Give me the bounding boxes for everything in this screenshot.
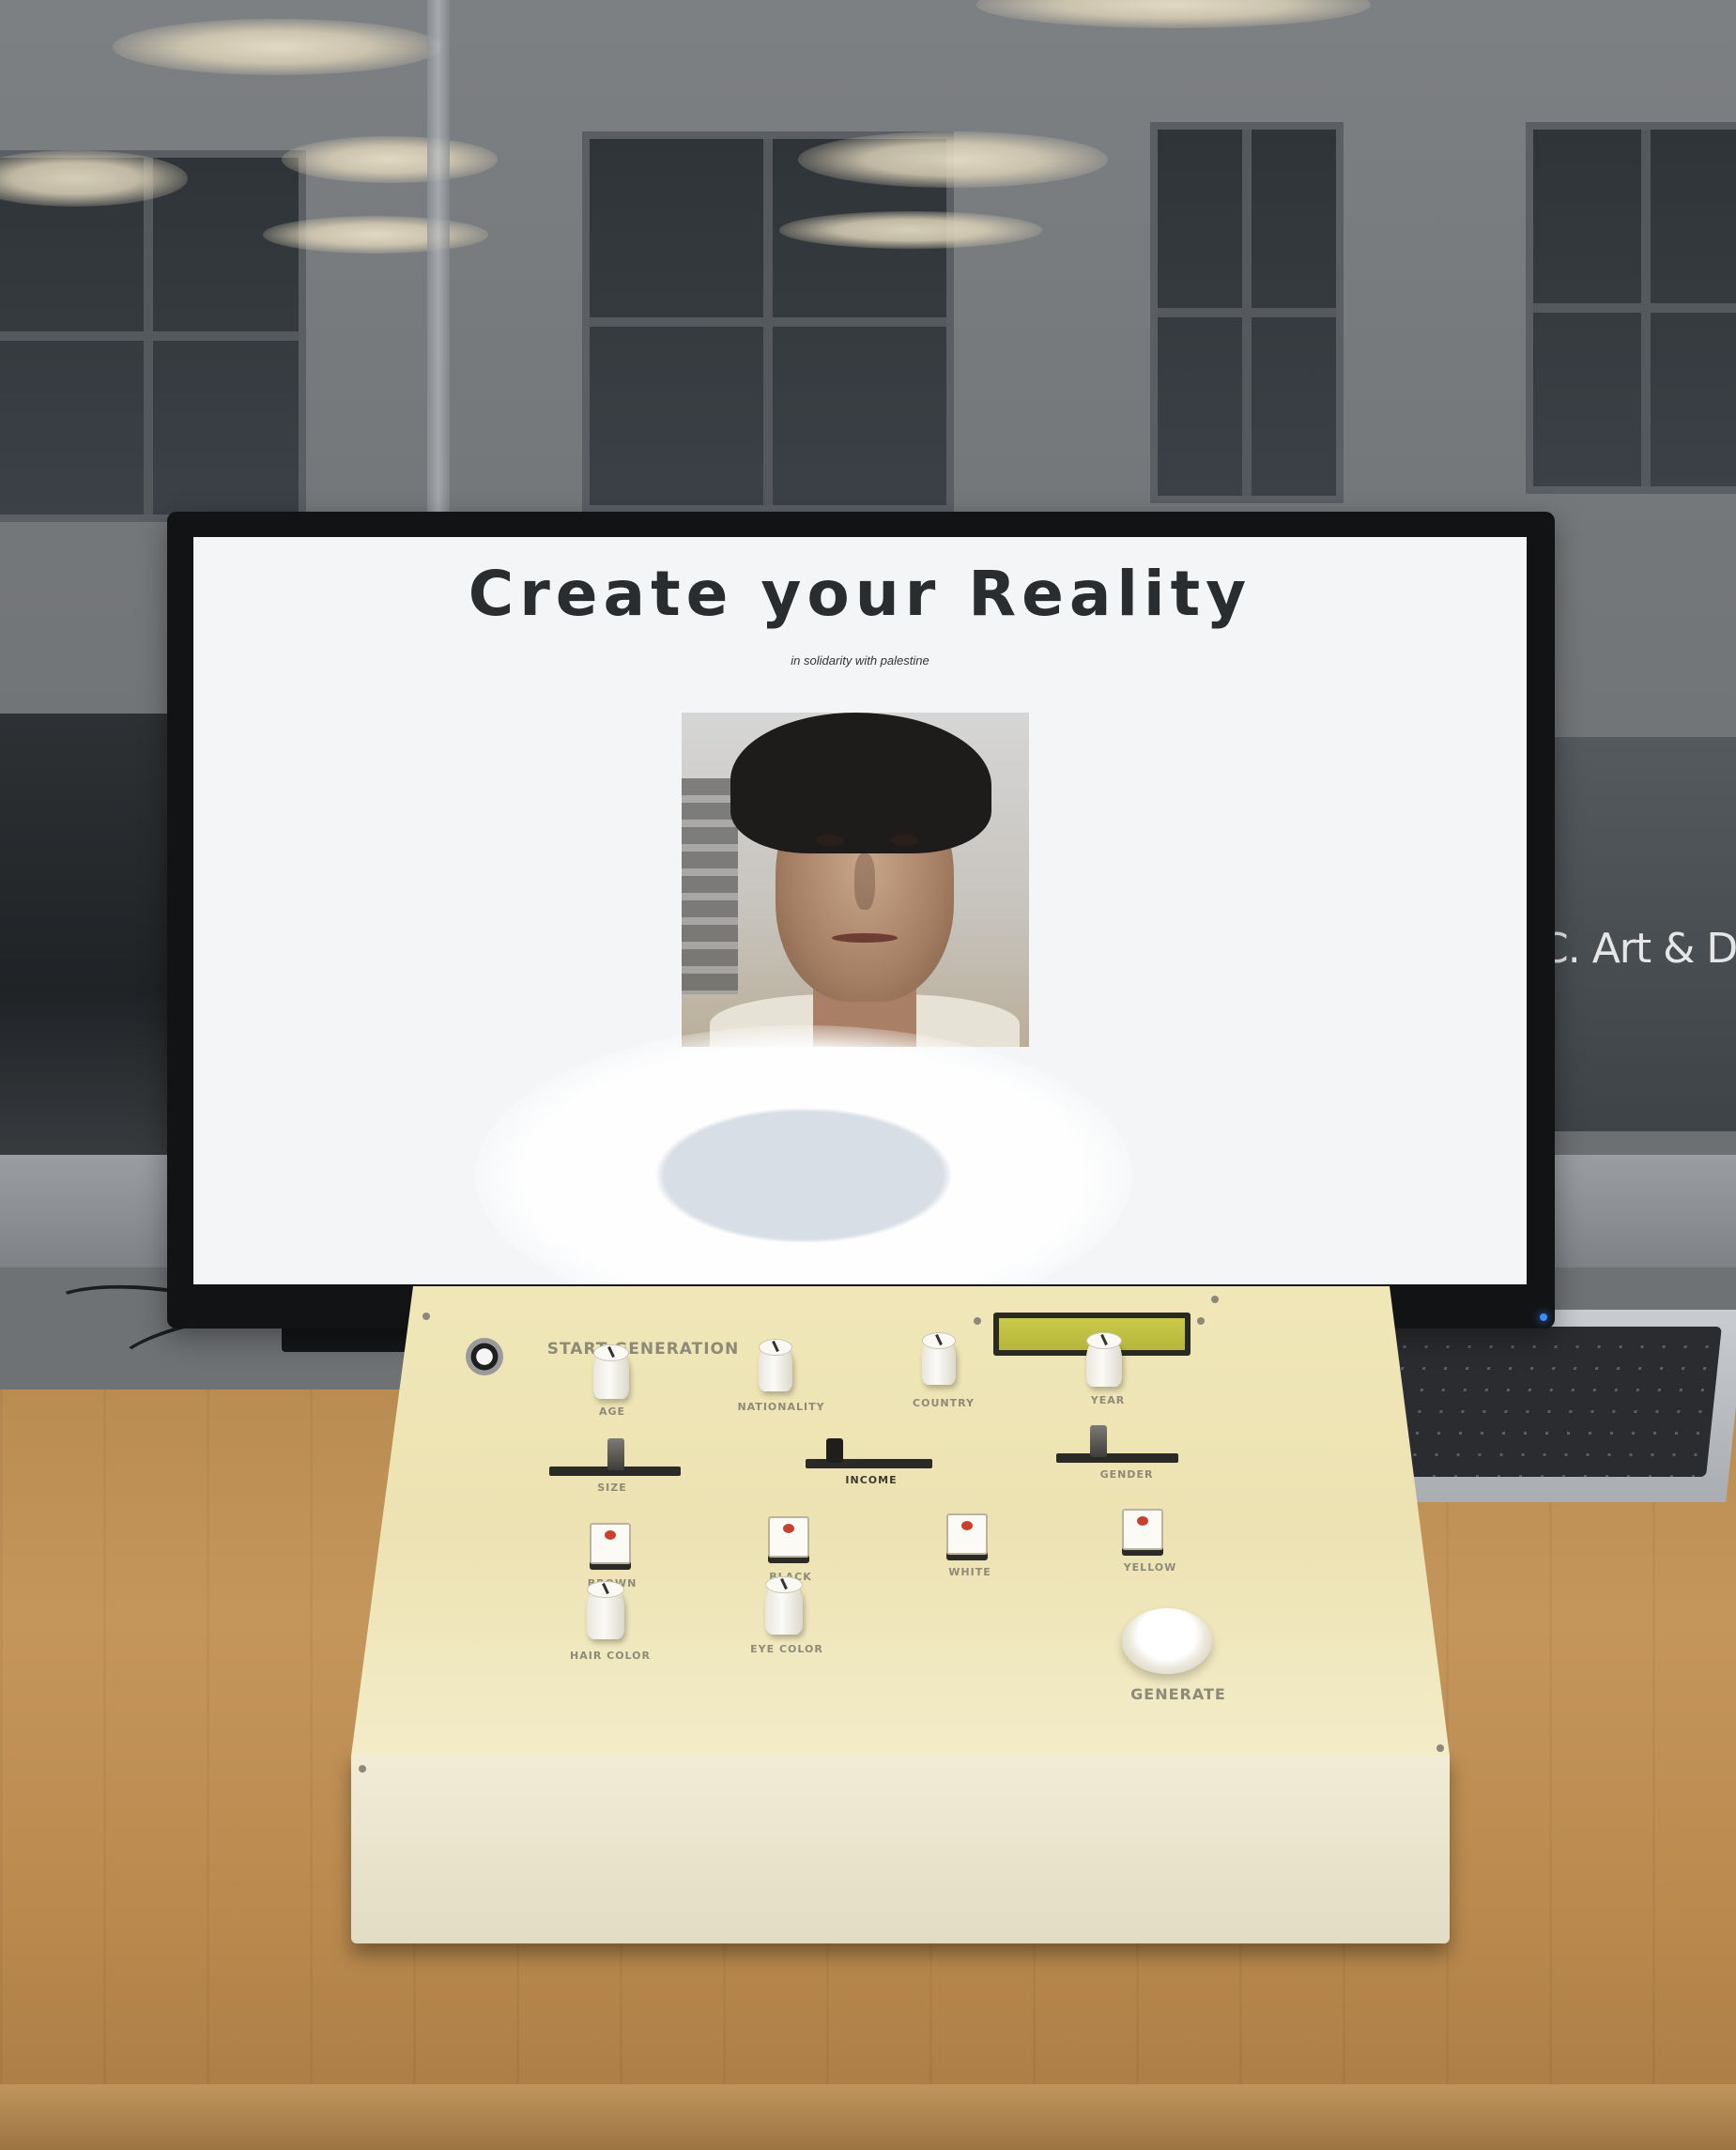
generate-button[interactable] xyxy=(1122,1608,1212,1674)
gender-label: GENDER xyxy=(1099,1468,1154,1481)
year-knob[interactable] xyxy=(1086,1332,1122,1387)
building-window xyxy=(0,150,306,522)
power-led xyxy=(1540,1313,1547,1321)
generate-label: GENERATE xyxy=(1130,1685,1226,1703)
income-label: INCOME xyxy=(845,1474,898,1486)
yellow-label: YELLOW xyxy=(1123,1561,1177,1574)
income-slider-handle[interactable] xyxy=(826,1438,843,1463)
black-toggle[interactable] xyxy=(768,1516,809,1558)
country-label: COUNTRY xyxy=(913,1397,975,1409)
screw xyxy=(1211,1296,1219,1303)
building-window xyxy=(1526,122,1736,494)
ceiling-lamp-reflection xyxy=(779,211,1042,249)
portrait-eye xyxy=(890,835,918,846)
building-window xyxy=(582,131,954,513)
page-title: Create your Reality xyxy=(468,558,1252,630)
white-toggle[interactable] xyxy=(946,1513,988,1555)
white-label: WHITE xyxy=(948,1566,991,1578)
income-slider[interactable] xyxy=(806,1438,932,1468)
nationality-knob[interactable] xyxy=(759,1339,792,1391)
ceiling-lamp-reflection xyxy=(282,136,498,183)
generated-portrait xyxy=(682,713,1029,1047)
ceiling-lamp-reflection xyxy=(113,19,441,75)
screen-glare xyxy=(475,1025,1132,1284)
screw xyxy=(974,1317,981,1325)
year-label: YEAR xyxy=(1090,1394,1126,1406)
start-generation-label: START GENERATION xyxy=(546,1340,740,1359)
portrait-eye xyxy=(816,835,844,846)
hair-color-knob[interactable] xyxy=(587,1581,624,1639)
portrait-hair xyxy=(730,713,991,853)
gender-slider[interactable] xyxy=(1056,1425,1178,1463)
yellow-toggle[interactable] xyxy=(1122,1509,1163,1550)
portrait-mouth xyxy=(832,933,898,943)
page-subtitle: in solidarity with palestine xyxy=(791,653,929,668)
lamp-pole xyxy=(427,0,450,530)
gender-slider-handle[interactable] xyxy=(1090,1425,1107,1457)
eye-color-knob[interactable] xyxy=(765,1576,803,1635)
portrait-nose xyxy=(854,853,875,910)
ceiling-lamp-reflection xyxy=(263,216,488,253)
size-label: SIZE xyxy=(597,1482,627,1494)
monitor-screen: Create your Reality in solidarity with p… xyxy=(193,537,1527,1284)
screw xyxy=(359,1765,366,1773)
control-box-front xyxy=(351,1751,1450,1943)
age-label: AGE xyxy=(598,1405,626,1418)
brown-toggle[interactable] xyxy=(590,1523,631,1564)
monitor: Create your Reality in solidarity with p… xyxy=(167,512,1555,1328)
ceiling-lamp-reflection xyxy=(798,131,1108,188)
hair-color-label: HAIR COLOR xyxy=(570,1650,651,1662)
control-box-top xyxy=(351,1286,1450,1756)
size-slider[interactable] xyxy=(549,1438,681,1476)
eye-color-label: EYE COLOR xyxy=(750,1643,823,1655)
screw xyxy=(1436,1744,1444,1752)
screw xyxy=(422,1313,430,1320)
nationality-label: NATIONALITY xyxy=(737,1401,825,1413)
street-view xyxy=(0,714,169,1174)
portrait-background-building xyxy=(682,778,738,994)
country-knob[interactable] xyxy=(922,1332,956,1385)
size-slider-handle[interactable] xyxy=(607,1438,624,1470)
start-generation-button[interactable] xyxy=(466,1338,503,1375)
screw xyxy=(1197,1317,1205,1325)
shop-sign: C. Art & Dra xyxy=(1540,925,1736,973)
building-window xyxy=(1150,122,1344,503)
age-knob[interactable] xyxy=(593,1344,629,1399)
